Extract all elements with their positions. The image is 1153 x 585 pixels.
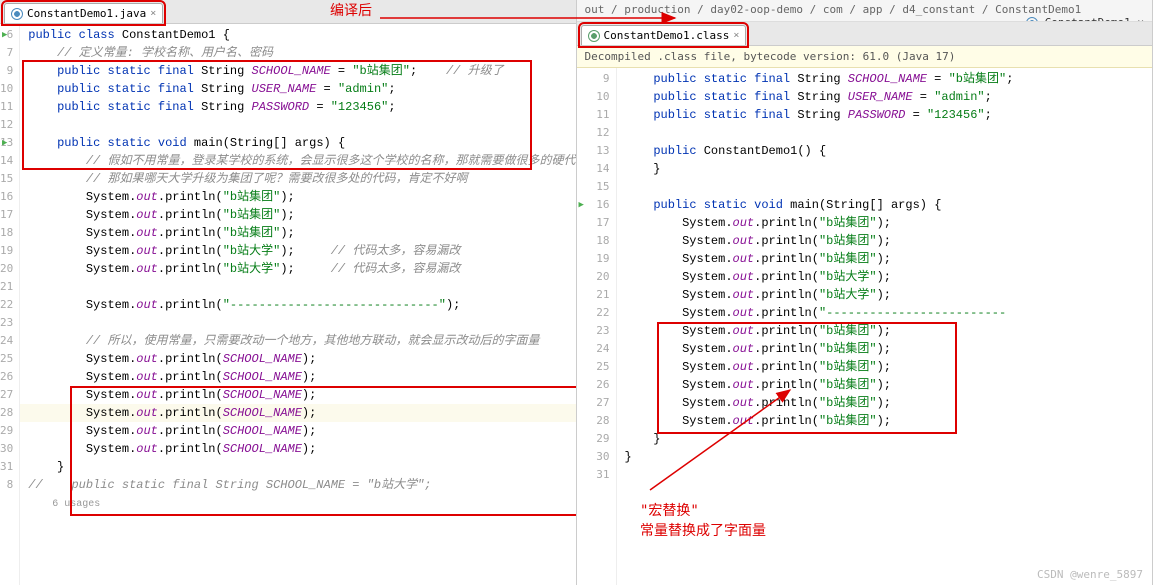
decompile-info: Decompiled .class file, bytecode version… [577,46,1153,68]
code-line[interactable]: // 所以，使用常量，只需要改动一个地方，其他地方联动，就会显示改动后的字面量 [20,332,575,350]
code-line[interactable]: System.out.println("b站大学"); // 代码太多，容易漏改 [20,242,575,260]
code-line[interactable]: 6 usages [20,494,575,512]
code-line[interactable]: System.out.println(SCHOOL_NAME); [20,350,575,368]
java-file-icon [11,8,23,20]
code-line[interactable]: System.out.println(SCHOOL_NAME); [20,386,575,404]
code-line[interactable] [20,314,575,332]
code-line[interactable]: System.out.println("b站集团"); [617,340,1153,358]
code-line[interactable]: // 假如不用常量，登录某学校的系统，会显示很多这个学校的名称，那就需要做很多的… [20,152,575,170]
code-line[interactable]: public class ConstantDemo1 { [20,26,575,44]
code-line[interactable]: // 那如果哪天大学升级为集团了呢？需要改很多处的代码，肯定不好啊 [20,170,575,188]
code-line[interactable]: System.out.println(SCHOOL_NAME); [20,404,575,422]
code-line[interactable]: System.out.println("b站集团"); [617,376,1153,394]
code-line[interactable]: System.out.println("--------------------… [20,296,575,314]
code-line[interactable] [20,278,575,296]
code-line[interactable]: System.out.println("b站集团"); [617,358,1153,376]
watermark: CSDN @wenre_5897 [1037,568,1143,581]
code-line[interactable]: System.out.println("b站大学"); // 代码太多，容易漏改 [20,260,575,278]
code-line[interactable] [617,466,1153,484]
code-line[interactable]: public static void main(String[] args) { [617,196,1153,214]
breadcrumb[interactable]: out / production / day02-oop-demo / com … [577,0,1153,22]
code-line[interactable]: public static final String USER_NAME = "… [617,88,1153,106]
code-line[interactable] [617,124,1153,142]
code-line[interactable]: System.out.println("b站集团"); [20,224,575,242]
code-line[interactable]: System.out.println("b站集团"); [617,394,1153,412]
code-line[interactable]: } [617,448,1153,466]
code-line[interactable]: public static final String PASSWORD = "1… [617,106,1153,124]
code-line[interactable]: } [20,458,575,476]
gutter-left: 6791011121314151617181920212223242526272… [0,24,20,585]
close-icon[interactable]: × [150,8,156,19]
code-line[interactable]: public static final String SCHOOL_NAME =… [20,62,575,80]
tab-bar-left: ConstantDemo1.java × 编译后 [0,0,576,24]
code-line[interactable]: public static final String PASSWORD = "1… [20,98,575,116]
tab-label: ConstantDemo1.class [604,29,730,42]
code-line[interactable]: System.out.println(SCHOOL_NAME); [20,368,575,386]
code-line[interactable]: } [617,430,1153,448]
tab-java-file[interactable]: ConstantDemo1.java × [4,3,163,23]
annotation-compile: 编译后 [330,0,372,20]
code-line[interactable]: System.out.println("b站集团"); [617,322,1153,340]
tab-class-file[interactable]: ConstantDemo1.class × [581,25,747,45]
code-line[interactable] [20,116,575,134]
code-line[interactable]: System.out.println("b站集团"); [617,412,1153,430]
ide-split-view: ConstantDemo1.java × 编译后 679101112131415… [0,0,1153,585]
class-file-icon [588,30,600,42]
code-area-right[interactable]: 9101112131415161718192021222324252627282… [577,68,1153,585]
code-line[interactable]: public static final String USER_NAME = "… [20,80,575,98]
code-line[interactable]: public ConstantDemo1() { [617,142,1153,160]
gutter-right: 9101112131415161718192021222324252627282… [577,68,617,585]
code-body-left[interactable]: ▲ 2 ⌄ public class ConstantDemo1 { // 定义… [20,24,575,585]
code-line[interactable]: public static final String SCHOOL_NAME =… [617,70,1153,88]
tab-label: ConstantDemo1.java [27,7,146,20]
tab-bar-right: ConstantDemo1.class × [577,22,1153,46]
code-line[interactable]: System.out.println("b站集团"); [617,232,1153,250]
code-line[interactable]: System.out.println("b站集团"); [20,206,575,224]
code-line[interactable]: System.out.println("b站大学"); [617,286,1153,304]
code-line[interactable]: System.out.println("b站集团"); [20,188,575,206]
code-line[interactable]: System.out.println("--------------------… [617,304,1153,322]
left-editor-pane: ConstantDemo1.java × 编译后 679101112131415… [0,0,577,585]
code-line[interactable]: } [617,160,1153,178]
code-line[interactable]: public static void main(String[] args) { [20,134,575,152]
code-line[interactable]: // 定义常量: 学校名称、用户名、密码 [20,44,575,62]
close-icon[interactable]: × [733,30,739,41]
code-body-right[interactable]: public static final String SCHOOL_NAME =… [617,68,1153,585]
code-line[interactable]: System.out.println(SCHOOL_NAME); [20,422,575,440]
code-line[interactable] [617,178,1153,196]
code-line[interactable]: System.out.println("b站集团"); [617,214,1153,232]
code-line[interactable]: System.out.println("b站集团"); [617,250,1153,268]
code-line[interactable]: System.out.println(SCHOOL_NAME); [20,440,575,458]
code-line[interactable]: System.out.println("b站大学"); [617,268,1153,286]
right-editor-pane: out / production / day02-oop-demo / com … [577,0,1153,585]
code-area-left[interactable]: 6791011121314151617181920212223242526272… [0,24,576,585]
code-line[interactable]: // public static final String SCHOOL_NAM… [20,476,575,494]
